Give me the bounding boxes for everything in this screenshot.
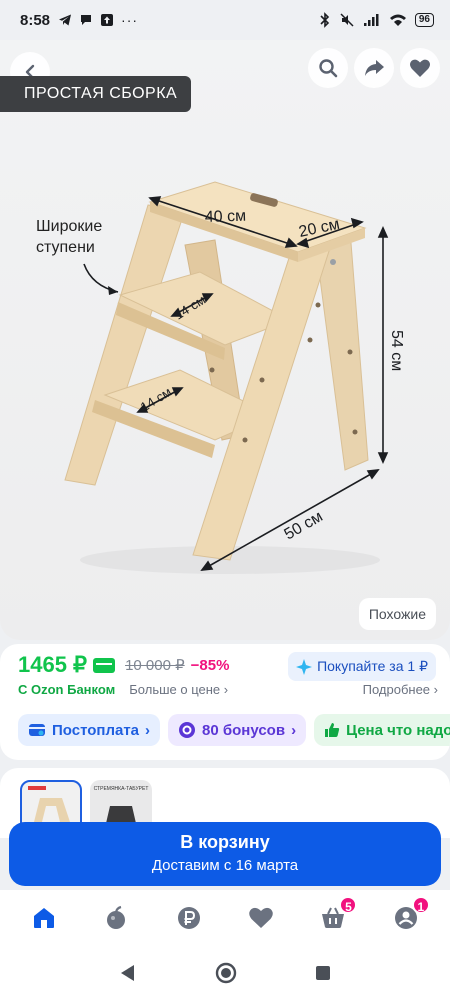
signal-icon [363,14,379,26]
nav-home[interactable] [24,898,64,938]
details-link[interactable]: Подробнее › [363,682,438,697]
old-price: 10 000 ₽ [125,657,185,674]
chip-postpay-label: Постоплата [52,721,140,739]
nav-wallet[interactable] [169,898,209,938]
wide-steps-callout: Широкие ступени [36,216,102,258]
chevron-right-icon: › [433,682,438,697]
fresh-apple-icon [107,905,126,929]
search-icon [319,59,338,78]
system-navigation-bar [0,946,450,1000]
ozon-bank-label: С Ozon Банком [18,682,116,697]
notification-icons: ··· [58,12,138,28]
chip-bonuses[interactable]: 80 бонусов › [168,714,307,746]
upload-icon [101,14,114,26]
details-label: Подробнее [362,682,431,697]
dim-height: 54 см [388,330,405,371]
nav-favorites[interactable] [241,898,281,938]
heart-icon [410,59,430,77]
more-price-label: Больше о цене [129,682,221,697]
nav-profile[interactable]: 1 [386,896,430,938]
status-right: 96 [319,12,434,28]
back-triangle-icon[interactable] [118,963,138,983]
installment-label: Покупайте за 1 ₽ [317,658,428,674]
more-price-link[interactable]: Больше о цене › [129,682,228,697]
step-stool-image: 40 см 20 см 54 см 14 см 14 см 50 см [64,181,405,574]
nav-fresh[interactable] [96,898,136,938]
chevron-right-icon: › [145,721,151,739]
chip-bonuses-label: 80 бонусов [202,721,286,739]
benefits-chips: Постоплата › 80 бонусов › Цена что надо [0,704,450,760]
installment-button[interactable]: Покупайте за 1 ₽ [288,652,436,681]
product-page: 8:58 ··· 96 40 см 20 см 54 см 14 см 14 с… [0,0,450,1000]
simple-assembly-badge: ПРОСТАЯ СБОРКА [0,76,192,112]
nav-cart[interactable]: 5 [313,896,358,938]
sparkle-icon [296,658,313,675]
telegram-icon [59,14,72,26]
chevron-right-icon: › [223,682,229,697]
price-block: 1465 ₽ 10 000 ₽ −85% Покупайте за 1 ₽ С … [0,644,450,704]
status-time: 8:58 [20,11,51,29]
bluetooth-icon [320,12,330,28]
mute-icon [340,13,354,27]
status-bar: 8:58 ··· 96 [0,0,450,40]
product-image-gallery[interactable]: 40 см 20 см 54 см 14 см 14 см 50 см ПРОС… [0,40,450,640]
chevron-right-icon: › [291,721,297,739]
chips-list: Постоплата › 80 бонусов › Цена что надо [18,714,450,746]
home-icon [34,908,55,928]
postpay-icon [29,724,45,736]
current-price: 1465 ₽ [18,652,88,677]
more-notifications-icon: ··· [121,12,139,28]
share-button[interactable] [354,48,394,88]
price-row: 1465 ₽ 10 000 ₽ −85% [18,652,229,678]
add-to-cart-button[interactable]: В корзину Доставим с 16 марта [9,822,441,886]
search-button[interactable] [308,48,348,88]
chat-bubble-icon [81,15,92,25]
home-circle-icon[interactable] [214,961,238,985]
dim-top-length: 40 см [205,208,247,226]
battery-indicator: 96 [414,13,434,27]
cart-count-badge: 5 [339,896,358,914]
bonus-icon [179,722,196,738]
price-sub-row: С Ozon Банком Больше о цене › Подробнее … [18,682,438,697]
add-to-cart-label: В корзину [180,832,270,852]
ruble-icon [177,907,200,929]
favorite-button[interactable] [400,48,440,88]
callout-line1: Широкие [36,218,103,235]
callout-line2: ступени [36,239,95,256]
ozon-card-icon [93,657,116,673]
dim-base: 50 см [282,508,326,543]
share-arrow-icon [365,60,384,76]
recents-square-icon[interactable] [314,964,332,982]
delivery-date-label: Доставим с 16 марта [151,857,299,874]
bottom-navigation: 5 1 [0,890,450,946]
chip-postpay[interactable]: Постоплата › [18,714,161,746]
discount-badge: −85% [190,656,230,674]
similar-button[interactable]: Похожие [358,598,436,630]
wifi-icon [389,14,406,26]
heart-icon [249,907,273,928]
chip-good-price[interactable]: Цена что надо [314,714,450,746]
chip-good-price-label: Цена что надо [346,721,450,739]
thumbs-up-icon [325,723,340,737]
profile-notification-badge: 1 [411,896,430,914]
